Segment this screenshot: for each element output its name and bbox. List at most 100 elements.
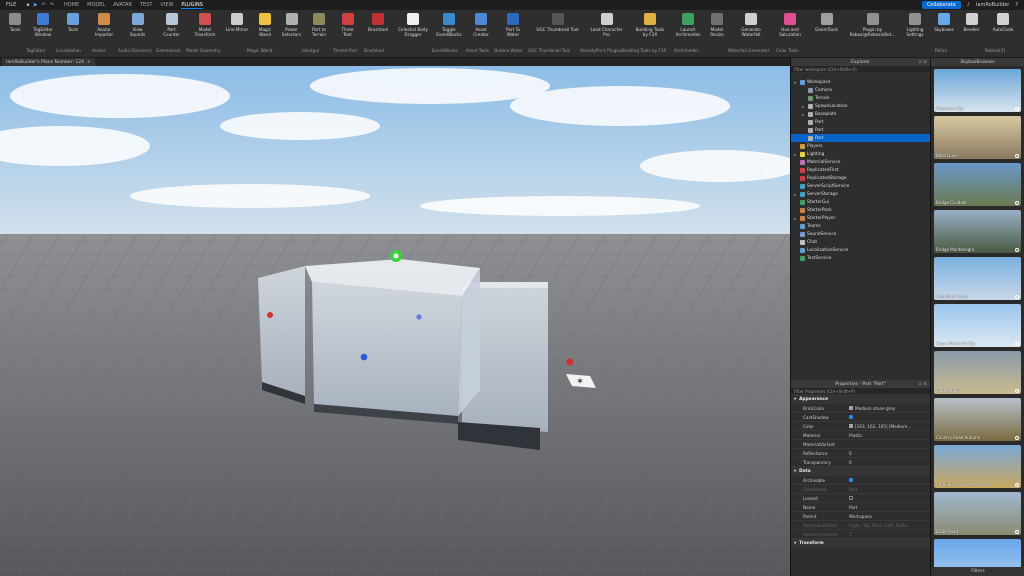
collapse-arrow-icon[interactable]: ▾ (794, 469, 796, 474)
panel-controls-icon[interactable]: ▫ × (919, 382, 927, 387)
property-section[interactable]: ▾ Transform (791, 539, 930, 548)
settings-icon[interactable] (1015, 530, 1019, 534)
explorer-item[interactable]: ▸ SpawnLocation (802, 102, 848, 110)
skybox-tile[interactable]: Clouded Sky (934, 351, 1021, 394)
property-value[interactable]: Part (849, 487, 930, 492)
settings-icon[interactable] (1015, 483, 1019, 487)
skybox-tile[interactable]: Canadian Coast (934, 257, 1021, 300)
explorer-item[interactable]: ServerScriptService (794, 182, 849, 190)
ribbon-tab-avatar[interactable]: AVATAR (113, 2, 132, 9)
settings-icon[interactable] (1015, 342, 1019, 346)
play-icon[interactable]: ▶ (34, 2, 38, 8)
explorer-item[interactable]: ReplicatedStorage (794, 174, 846, 182)
explorer-item[interactable]: ▸ Lighting (794, 150, 824, 158)
property-row[interactable]: Transparency 0 (791, 458, 930, 467)
property-value[interactable]: 1 (849, 532, 930, 537)
explorer-item[interactable]: Part (802, 134, 823, 142)
checkbox[interactable] (849, 496, 853, 500)
explorer-item[interactable]: StarterGui (794, 198, 829, 206)
explorer-item[interactable]: ▸ StarterPlayer (794, 214, 835, 222)
3d-viewport[interactable]: ✶ (0, 66, 790, 576)
tool-bevel-button[interactable]: Beveler (958, 12, 985, 56)
property-row[interactable]: BrickColor Medium stone grey (791, 404, 930, 413)
ribbon-tab-test[interactable]: TEST (140, 2, 152, 9)
explorer-item[interactable]: Camera (802, 86, 832, 94)
explorer-item[interactable]: LocalizationService (794, 246, 848, 254)
explorer-item[interactable]: ▸ Baseplate (802, 110, 836, 118)
property-row[interactable]: ResizeableFaces Right, Top, Back, Left, B… (791, 521, 930, 530)
tool-wrench-button[interactable]: Tools (2, 12, 28, 56)
property-section[interactable]: ▾ Data (791, 467, 930, 476)
undo-icon[interactable]: ↶ (42, 2, 46, 8)
checkbox[interactable] (849, 478, 853, 482)
properties-filter-input[interactable]: Filter Properties (Ctrl+Shift+P) (791, 388, 930, 395)
property-row[interactable]: Archivable (791, 476, 930, 485)
skybox-tile[interactable]: Bridge Cividale (934, 163, 1021, 206)
settings-icon[interactable] (1015, 107, 1019, 111)
property-row[interactable]: Name Part (791, 503, 930, 512)
ribbon-tab-model[interactable]: MODEL (87, 2, 105, 9)
property-value[interactable]: Workspace (849, 514, 930, 519)
property-row[interactable]: Reflectance 0 (791, 449, 930, 458)
property-value[interactable] (849, 496, 930, 500)
property-value[interactable]: Part (849, 505, 930, 510)
checkbox[interactable] (849, 415, 853, 419)
skybox-tile[interactable]: D336 Road (934, 492, 1021, 535)
collapse-arrow-icon[interactable]: ▾ (794, 541, 796, 546)
skybox-tile[interactable]: Clear Afternoon Sky (934, 304, 1021, 347)
collaborate-button[interactable]: Collaborate (921, 1, 961, 9)
save-icon[interactable]: ▪ (26, 2, 29, 8)
skybox-tile[interactable]: Bridge Montenegro (934, 210, 1021, 253)
ribbon-tab-home[interactable]: HOME (64, 2, 79, 9)
explorer-item[interactable]: Players (794, 142, 823, 150)
property-row[interactable]: ClassName Part (791, 485, 930, 494)
place-tab[interactable]: IamRoBuilder's Place Number: 124 × (2, 58, 95, 66)
panel-controls-icon[interactable]: ▫ × (919, 60, 927, 65)
skybox-tile[interactable]: Cumulus Fractus Afternoon (934, 445, 1021, 488)
tool-geom-button[interactable]: GeomTools (808, 12, 845, 56)
expand-arrow-icon[interactable]: ▸ (794, 192, 798, 197)
close-icon[interactable]: × (87, 60, 91, 65)
tool-plugin-button[interactable]: Plugin by Roboxi@RoboxiaRet... (845, 12, 900, 56)
property-value[interactable]: 0 (849, 460, 930, 465)
property-value[interactable]: [163, 162, 165] [Medium... (849, 424, 930, 429)
ribbon-tab-plugins[interactable]: PLUGINS (181, 2, 203, 9)
settings-icon[interactable] (1015, 201, 1019, 205)
file-menu[interactable]: FILE (0, 2, 22, 8)
explorer-item[interactable]: ▸ ServerStorage (794, 190, 838, 198)
expand-arrow-icon[interactable]: ▸ (794, 152, 798, 157)
property-row[interactable]: Locked (791, 494, 930, 503)
property-row[interactable]: Parent Workspace (791, 512, 930, 521)
property-row[interactable]: MaterialVariant (791, 440, 930, 449)
settings-icon[interactable] (1015, 154, 1019, 158)
expand-arrow-icon[interactable]: ▸ (802, 112, 806, 117)
tool-resize-button[interactable]: Model Resize (704, 12, 730, 56)
explorer-filter-input[interactable]: Filter workspace (Ctrl+Shift+X) (791, 66, 930, 73)
settings-icon[interactable] (1015, 248, 1019, 252)
explorer-item[interactable]: Terrain (802, 94, 830, 102)
skybox-tile[interactable]: Country Road Autumn (934, 398, 1021, 441)
settings-icon[interactable] (1015, 436, 1019, 440)
explorer-item[interactable]: SoundService (794, 230, 836, 238)
property-value[interactable]: Plastic (849, 433, 930, 438)
skybox-tile[interactable]: Afternoon Sky (934, 69, 1021, 112)
settings-icon[interactable] (1015, 389, 1019, 393)
skybox-tile[interactable]: Bella Dune (934, 116, 1021, 159)
explorer-item[interactable]: ▾ Workspace (794, 78, 831, 86)
property-row[interactable]: CastShadow (791, 413, 930, 422)
explorer-item[interactable]: StarterPack (794, 206, 832, 214)
collapse-arrow-icon[interactable]: ▾ (794, 397, 796, 402)
property-value[interactable]: Right, Top, Back, Left, Botto... (849, 523, 930, 528)
settings-icon[interactable] (1015, 295, 1019, 299)
expand-arrow-icon[interactable]: ▸ (794, 216, 798, 221)
tool-lighting-button[interactable]: Lighting Settings (900, 12, 930, 56)
explorer-item[interactable]: Part (802, 118, 823, 126)
redo-icon[interactable]: ↷ (50, 2, 54, 8)
property-row[interactable]: Color [163, 162, 165] [Medium... (791, 422, 930, 431)
explorer-item[interactable]: Chat (794, 238, 817, 246)
user-name[interactable]: IamRoBuilder (976, 2, 1009, 8)
property-row[interactable]: Material Plastic (791, 431, 930, 440)
ribbon-tab-view[interactable]: VIEW (160, 2, 173, 9)
property-value[interactable]: 0 (849, 451, 930, 456)
tool-sun-button[interactable]: Celestial Body Dragger (394, 12, 432, 56)
